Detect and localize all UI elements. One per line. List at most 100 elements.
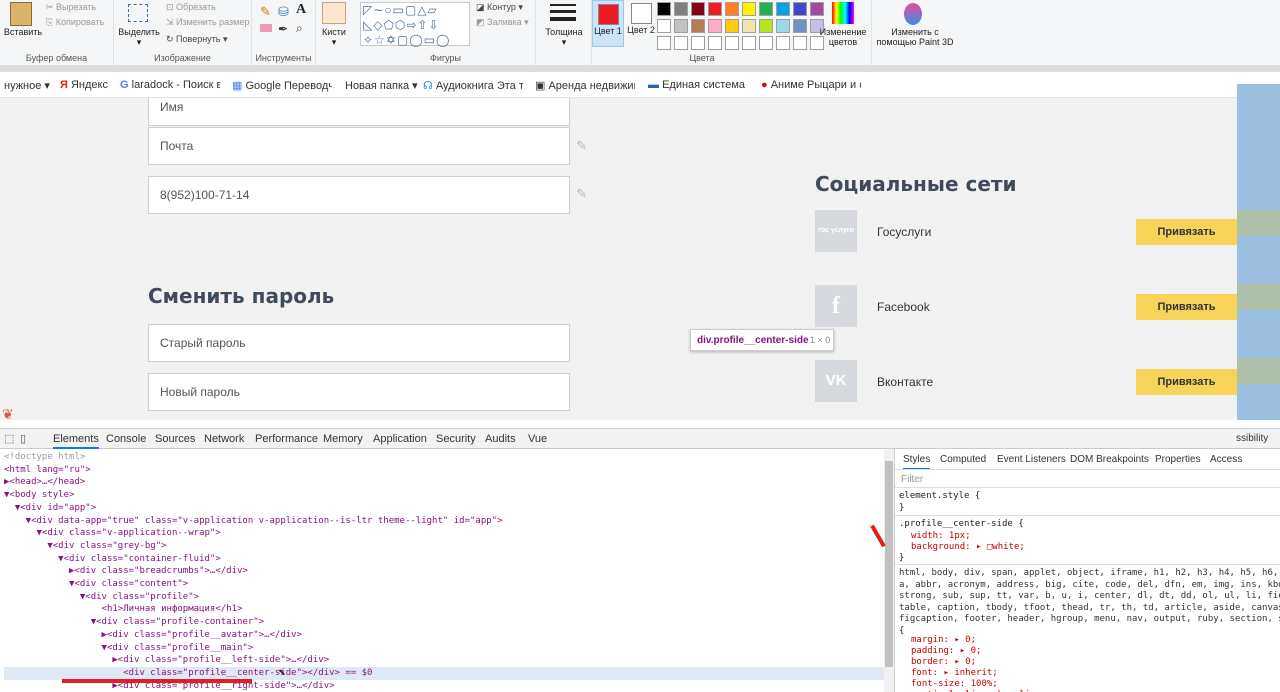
email-field[interactable]: Почта — [148, 127, 570, 165]
palette-empty-swatch[interactable] — [759, 36, 773, 50]
styles-subtab[interactable]: Properties — [1155, 454, 1201, 465]
edit-phone-pencil-icon[interactable]: ✎ — [576, 186, 587, 202]
select-button[interactable]: Выделить ▾ — [116, 27, 162, 47]
palette-swatch[interactable] — [691, 2, 705, 16]
palette-swatch[interactable] — [674, 19, 688, 33]
palette-swatch[interactable] — [725, 2, 739, 16]
crop-button[interactable]: ⊡ Обрезать — [166, 2, 216, 13]
palette-empty-swatch[interactable] — [657, 36, 671, 50]
edit-colors-icon[interactable] — [832, 2, 854, 24]
palette-empty-swatch[interactable] — [708, 36, 722, 50]
palette-empty-swatch[interactable] — [793, 36, 807, 50]
dom-line[interactable]: ▶<div class="profile__left-side">…</div> — [4, 654, 884, 667]
dom-line[interactable]: ▼<div data-app="true" class="v-applicati… — [4, 515, 884, 528]
devtools-tab[interactable]: Sources — [155, 433, 195, 445]
devtools-tab[interactable]: Audits — [485, 433, 516, 445]
bind-facebook-button[interactable]: Привязать — [1136, 294, 1237, 320]
palette-swatch[interactable] — [725, 19, 739, 33]
palette-swatch[interactable] — [776, 19, 790, 33]
bookmark-laradock[interactable]: G laradock - Поиск в — [120, 79, 220, 91]
devtools-tab[interactable]: Application — [373, 433, 427, 445]
old-password-field[interactable]: Старый пароль — [148, 324, 570, 362]
palette-swatch[interactable] — [793, 19, 807, 33]
paint3d-button[interactable]: Изменить с помощью Paint 3D — [874, 27, 956, 47]
bookmark-folder-new[interactable]: Новая папка ▾ — [345, 79, 418, 92]
reset-selectors[interactable]: html, body, div, span, applet, object, i… — [899, 568, 1280, 626]
device-toolbar-icon[interactable]: ▯ — [20, 432, 26, 445]
devtools-tab[interactable]: Security — [436, 433, 476, 445]
bookmark-rent[interactable]: ▣ Аренда недвижим — [535, 79, 635, 92]
palette-empty-swatch[interactable] — [776, 36, 790, 50]
palette-swatch[interactable] — [793, 2, 807, 16]
inspect-element-icon[interactable]: ⬚ — [4, 432, 14, 445]
palette-swatch[interactable] — [657, 2, 671, 16]
reset-prop[interactable]: font-size: 100%; — [911, 679, 998, 689]
bookmark-folder-needed[interactable]: нужное ▾ — [4, 79, 50, 92]
text-tool-icon[interactable]: A — [296, 2, 306, 18]
edit-email-pencil-icon[interactable]: ✎ — [576, 138, 587, 154]
bookmark-yandex[interactable]: Я Яндекс — [60, 79, 108, 91]
brushes-button[interactable]: Кисти ▾ — [316, 27, 352, 47]
dom-line-selected[interactable]: <div class="profile__center-side"></div>… — [4, 666, 884, 680]
palette-swatch[interactable] — [674, 2, 688, 16]
dom-line[interactable]: ▼<div class="profile-container"> — [4, 616, 884, 629]
bookmark-audiobook[interactable]: ☊ Аудиокнига Эта те — [423, 79, 523, 92]
bind-vk-button[interactable]: Привязать — [1136, 369, 1237, 395]
eraser-tool-icon[interactable] — [260, 24, 272, 32]
paint3d-icon[interactable] — [904, 3, 922, 25]
paste-icon[interactable] — [10, 2, 32, 26]
devtools-tab[interactable]: Vue — [528, 433, 547, 445]
bookmark-unified-system[interactable]: ▬ Единая система и — [648, 79, 748, 91]
reset-prop[interactable]: padding: ▸ 0; — [911, 646, 981, 656]
fill-dropdown[interactable]: ◩ Заливка ▾ — [476, 17, 529, 28]
reset-prop[interactable]: margin: ▸ 0; — [911, 635, 976, 645]
name-field[interactable]: Имя — [148, 98, 570, 126]
fill-tool-icon[interactable]: ⛁ — [278, 4, 289, 20]
dom-line[interactable]: ▶<head>…</head> — [4, 476, 884, 489]
devtools-tab[interactable]: Network — [204, 433, 244, 445]
size-button[interactable]: Толщина ▾ — [536, 27, 592, 47]
color1-selector[interactable]: Цвет 1 — [592, 0, 624, 47]
dom-line[interactable]: ▼<div class="profile__main"> — [4, 642, 884, 655]
dom-scrollbar[interactable] — [884, 449, 894, 692]
dom-line[interactable]: ▼<body style> — [4, 489, 884, 502]
new-password-field[interactable]: Новый пароль — [148, 373, 570, 411]
reset-prop[interactable]: border: ▸ 0; — [911, 657, 976, 667]
styles-subtab[interactable]: Event Listeners — [997, 454, 1066, 465]
dom-line[interactable]: <h1>Личная информация</h1> — [4, 603, 884, 616]
styles-filter-input[interactable]: Filter — [901, 474, 923, 485]
palette-swatch[interactable] — [657, 19, 671, 33]
devtools-tab[interactable]: Performance — [255, 433, 318, 445]
palette-swatch[interactable] — [810, 2, 824, 16]
center-side-width-prop[interactable]: width: 1px; — [911, 531, 971, 541]
color2-selector[interactable]: Цвет 2 — [626, 0, 658, 47]
palette-swatch[interactable] — [691, 19, 705, 33]
dom-line[interactable]: ▼<div class="content"> — [4, 578, 884, 591]
dom-line[interactable]: ▼<div class="profile"> — [4, 591, 884, 604]
phone-field[interactable]: 8(952)100-71-14 — [148, 176, 570, 214]
palette-swatch[interactable] — [776, 2, 790, 16]
edit-colors-button[interactable]: Изменение цветов — [816, 27, 870, 47]
styles-subtab[interactable]: Access — [1210, 454, 1242, 465]
dom-line[interactable]: ▼<div class="container-fluid"> — [4, 553, 884, 566]
styles-subtab[interactable]: Computed — [940, 454, 986, 465]
palette-empty-swatch[interactable] — [674, 36, 688, 50]
palette-empty-swatch[interactable] — [725, 36, 739, 50]
select-icon[interactable] — [128, 4, 148, 22]
resize-button[interactable]: ⇲ Изменить размер — [166, 17, 249, 28]
styles-subtab[interactable]: DOM Breakpoints — [1070, 454, 1149, 465]
palette-swatch[interactable] — [759, 2, 773, 16]
dom-scrollbar-thumb[interactable] — [885, 461, 893, 667]
bookmark-translate[interactable]: ▦ Google Переводч — [232, 79, 332, 92]
palette-swatch[interactable] — [759, 19, 773, 33]
cut-button[interactable]: ✂ Вырезать — [46, 2, 96, 13]
color-picker-icon[interactable]: ✒ — [278, 22, 288, 36]
dom-line[interactable]: ▶<div class="breadcrumbs">…</div> — [4, 565, 884, 578]
devtools-tab[interactable]: Memory — [323, 433, 363, 445]
reset-prop[interactable]: font: ▸ inherit; — [911, 668, 998, 678]
element-style-rule[interactable]: element.style { — [899, 491, 980, 501]
bind-gosuslugi-button[interactable]: Привязать — [1136, 219, 1237, 245]
styles-subtab[interactable]: Styles — [903, 454, 931, 470]
copy-button[interactable]: ⎘ Копировать — [46, 17, 104, 28]
palette-empty-swatch[interactable] — [742, 36, 756, 50]
